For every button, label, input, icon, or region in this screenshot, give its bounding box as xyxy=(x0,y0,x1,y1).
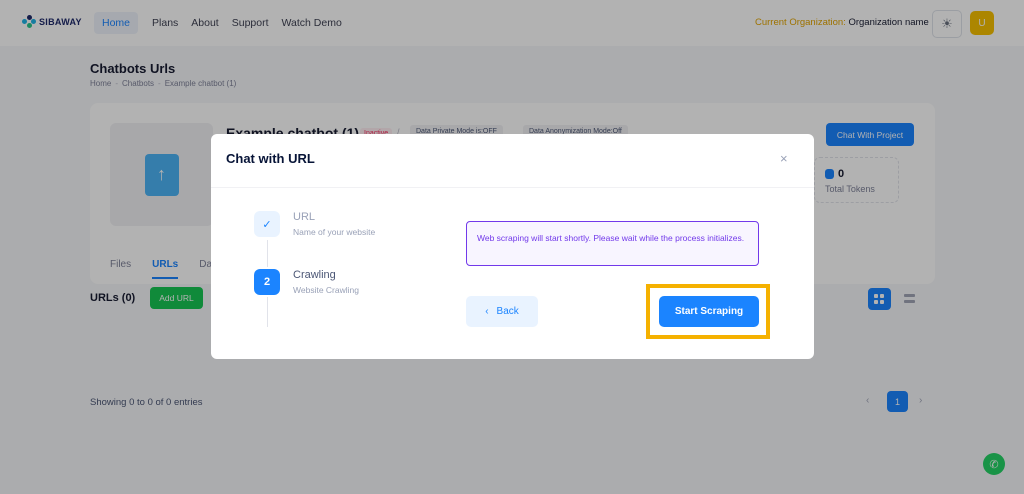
back-button[interactable]: ‹ Back xyxy=(466,296,538,327)
modal-header: Chat with URL × xyxy=(211,134,814,188)
step-title: Crawling xyxy=(293,269,336,281)
start-scraping-button[interactable]: Start Scraping xyxy=(659,296,759,327)
stepper-connector xyxy=(267,240,268,267)
step-description: Website Crawling xyxy=(293,285,359,295)
chat-with-url-modal: Chat with URL × ✓ URL Name of your websi… xyxy=(211,134,814,359)
step-title: URL xyxy=(293,211,316,223)
modal-title: Chat with URL xyxy=(226,151,315,166)
stepper-step-url: ✓ URL Name of your website xyxy=(254,211,375,237)
check-icon: ✓ xyxy=(254,211,280,237)
stepper-step-crawling: 2 Crawling Website Crawling xyxy=(254,269,359,295)
scraping-info-alert: Web scraping will start shortly. Please … xyxy=(466,221,759,266)
step-number: 2 xyxy=(254,269,280,295)
step-description: Name of your website xyxy=(293,227,376,237)
stepper-connector xyxy=(267,297,268,327)
close-icon[interactable]: × xyxy=(780,151,788,166)
chevron-left-icon: ‹ xyxy=(485,306,489,317)
back-button-label: Back xyxy=(496,306,519,317)
